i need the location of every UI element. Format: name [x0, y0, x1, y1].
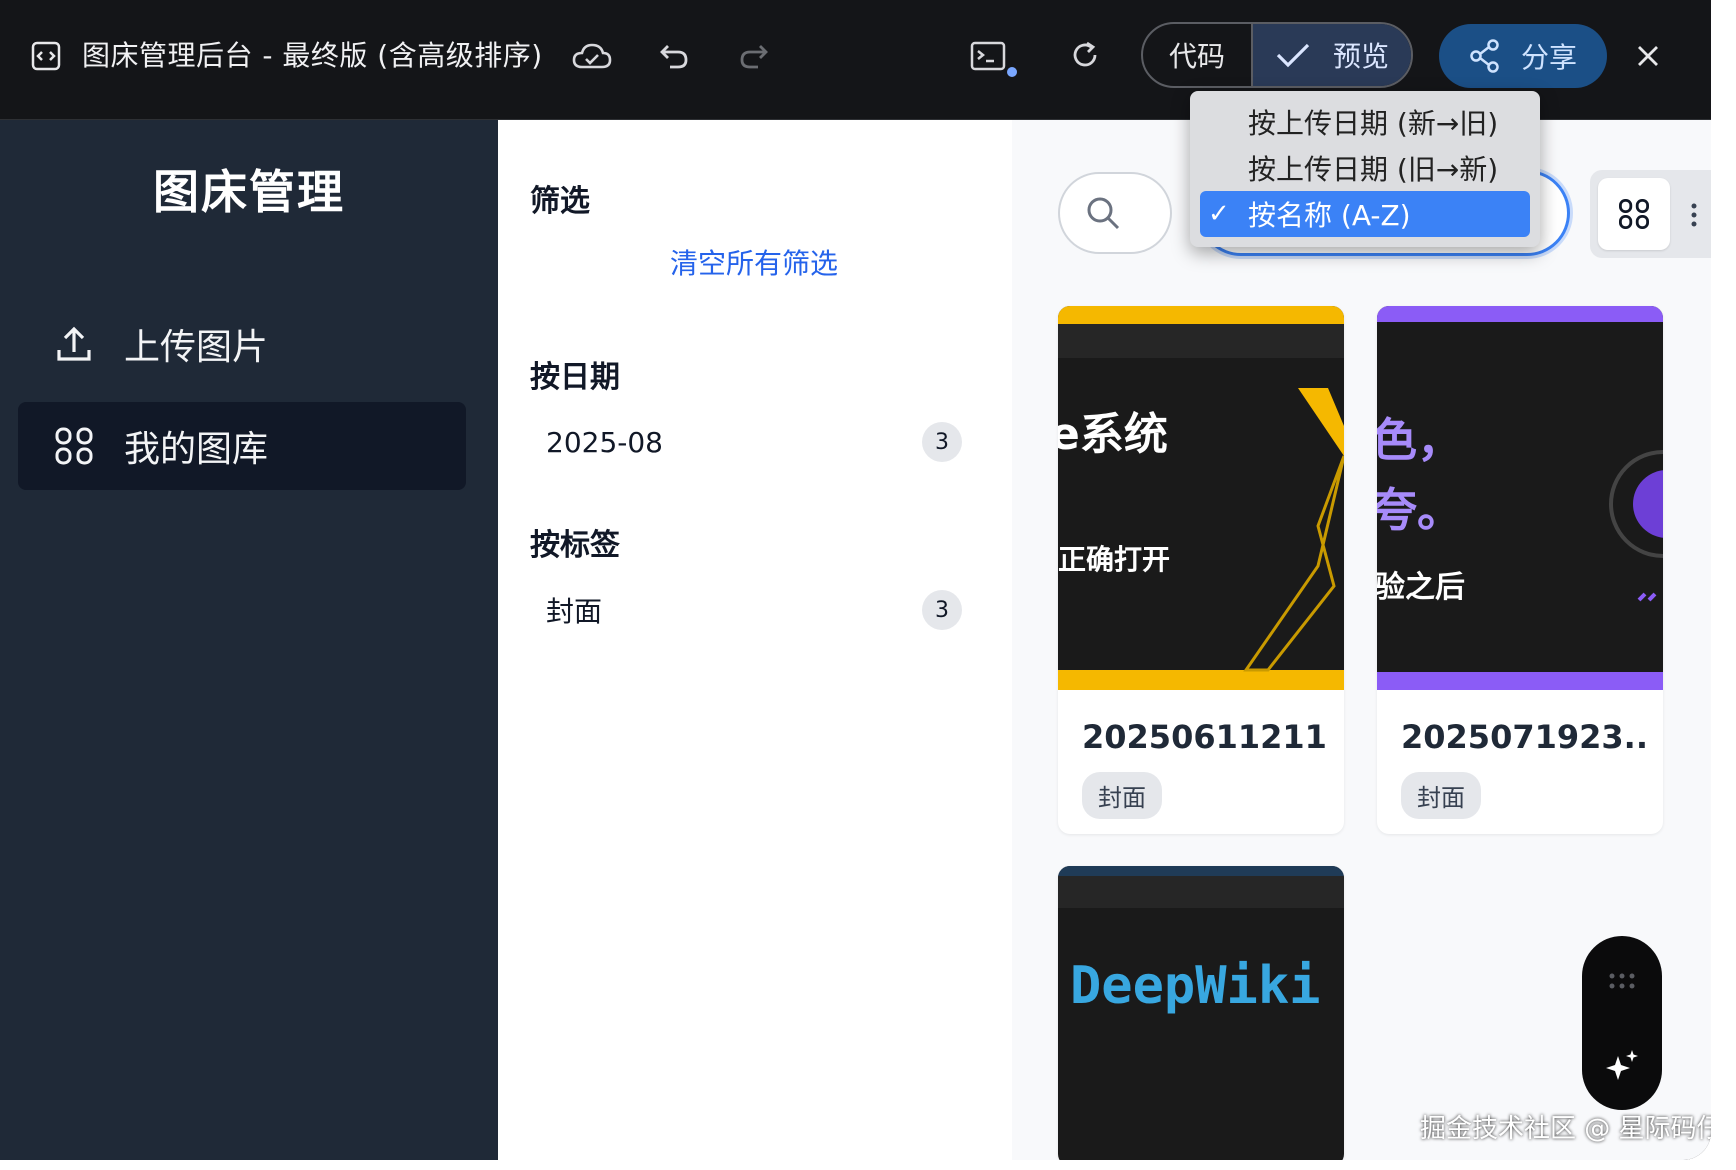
code-window-icon[interactable]	[30, 40, 62, 72]
grid-view-button[interactable]	[1598, 178, 1670, 250]
code-preview-toggle: 代码 预览	[1141, 22, 1413, 88]
thumb-text: 验之后	[1377, 570, 1465, 605]
thumb-text: e系统	[1058, 409, 1168, 460]
thumb-accent-top	[1058, 866, 1344, 876]
code-tab[interactable]: 代码	[1143, 24, 1251, 86]
image-card[interactable]: DeepWiki	[1058, 866, 1344, 1160]
thumb-text: 正确打开	[1058, 543, 1171, 576]
thumb-text: DeepWiki	[1070, 956, 1321, 1016]
card-title: 2025071923...	[1401, 718, 1647, 756]
sort-option[interactable]: 按上传日期 (旧→新)	[1200, 145, 1530, 191]
image-card[interactable]: e系统 正确打开 20250611211... 封面	[1058, 306, 1344, 834]
sidebar-item-gallery[interactable]: 我的图库	[18, 402, 466, 490]
grid-icon	[1619, 199, 1649, 229]
thumb-header	[1058, 876, 1344, 908]
view-toggle	[1590, 170, 1711, 258]
clear-filters-link[interactable]: 清空所有筛选	[670, 242, 838, 282]
share-icon	[1470, 39, 1499, 73]
list-view-button[interactable]	[1690, 200, 1710, 234]
share-button[interactable]: 分享	[1439, 24, 1607, 88]
sort-option-selected[interactable]: ✓ 按名称 (A-Z)	[1200, 191, 1530, 237]
sort-option[interactable]: 按上传日期 (新→旧)	[1200, 99, 1530, 145]
watermark: 掘金技术社区 @ 星际码仔	[1420, 1114, 1711, 1144]
tag-filter-heading: 按标签	[530, 528, 620, 563]
refresh-icon[interactable]	[1068, 38, 1102, 72]
undo-icon[interactable]	[656, 40, 692, 72]
tag-filter-item[interactable]: 封面 3	[546, 588, 962, 632]
check-icon	[1276, 43, 1310, 68]
upload-icon	[54, 324, 94, 364]
date-filter-item[interactable]: 2025-08 3	[546, 420, 962, 464]
filter-title: 筛选	[530, 184, 590, 219]
filter-panel: 筛选 清空所有筛选 按日期 2025-08 3 按标签 封面 3	[498, 120, 1012, 1160]
tag-badge[interactable]: 封面	[1401, 772, 1481, 819]
check-icon: ✓	[1208, 199, 1230, 229]
grid-icon	[54, 426, 94, 466]
search-icon	[1084, 194, 1124, 238]
redo-icon[interactable]	[736, 40, 772, 72]
tag-filter-label: 封面	[546, 595, 603, 628]
count-badge: 3	[922, 590, 962, 630]
sparkle-icon[interactable]	[1604, 1048, 1640, 1088]
thumb-graphic	[1243, 388, 1344, 672]
image-thumbnail[interactable]: 色， 夸。 验之后	[1377, 306, 1663, 690]
image-thumbnail[interactable]: DeepWiki	[1058, 866, 1344, 1160]
date-filter-heading: 按日期	[530, 360, 620, 395]
share-label: 分享	[1520, 41, 1577, 74]
app-title: 图床管理后台 - 最终版 (含高级排序)	[82, 39, 543, 72]
list-icon	[1691, 203, 1697, 227]
card-title: 20250611211...	[1082, 718, 1328, 756]
thumb-text: 夸。	[1377, 483, 1463, 537]
search-input[interactable]	[1058, 172, 1172, 254]
image-thumbnail[interactable]: e系统 正确打开	[1058, 306, 1344, 690]
count-badge: 3	[922, 422, 962, 462]
cloud-sync-icon[interactable]	[570, 38, 614, 74]
app-window: 图床管理后台 - 最终版 (含高级排序) 代码 预览 分享 图床管理 上传图片 …	[0, 0, 1711, 1160]
image-card[interactable]: 色， 夸。 验之后 2025071923... 封面	[1377, 306, 1663, 834]
sidebar-item-label: 上传图片	[124, 327, 269, 368]
sidebar-item-label: 我的图库	[124, 429, 269, 470]
sidebar-brand: 图床管理	[153, 165, 345, 219]
date-filter-label: 2025-08	[546, 425, 663, 459]
thumb-text: 色，	[1377, 413, 1463, 467]
sort-dropdown: 按上传日期 (新→旧) 按上传日期 (旧→新) ✓ 按名称 (A-Z)	[1190, 91, 1540, 247]
console-icon[interactable]	[970, 38, 1018, 80]
preview-tab[interactable]: 预览	[1251, 24, 1411, 86]
tag-badge[interactable]: 封面	[1082, 772, 1162, 819]
sidebar-item-upload[interactable]: 上传图片	[18, 300, 466, 388]
floating-toolbar	[1582, 936, 1662, 1110]
sort-option-label: 按名称 (A-Z)	[1248, 199, 1411, 232]
preview-label: 预览	[1332, 40, 1389, 73]
close-icon[interactable]	[1634, 42, 1662, 70]
sidebar: 图床管理 上传图片 我的图库	[0, 120, 498, 1160]
drag-handle-icon[interactable]	[1608, 972, 1636, 996]
